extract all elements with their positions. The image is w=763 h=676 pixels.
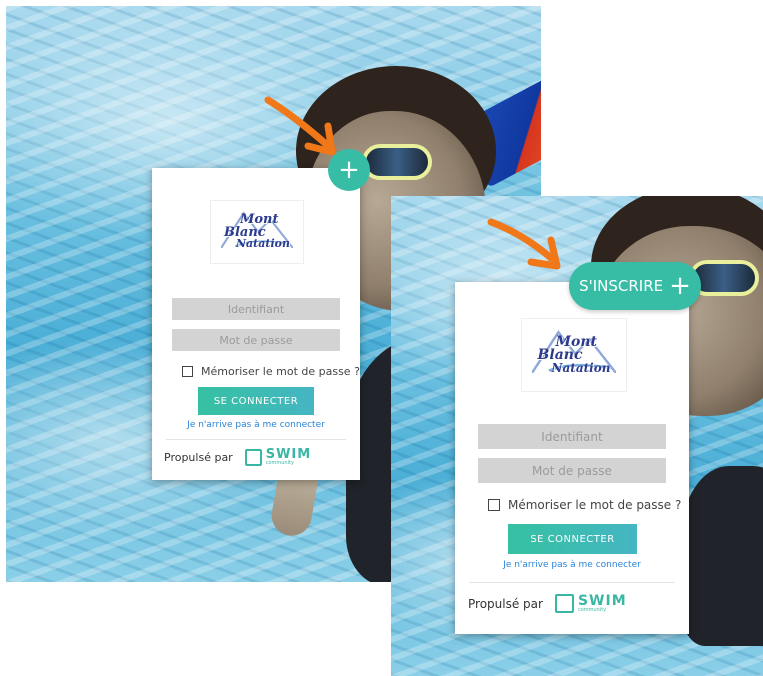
login-card: Mont Blanc Natation Identifiant Mot de p… (455, 282, 689, 634)
username-input[interactable]: Identifiant (478, 424, 666, 449)
remember-label: Mémoriser le mot de passe ? (201, 365, 360, 378)
swim-sub: community (577, 607, 607, 613)
signup-plus-button[interactable]: + (328, 149, 370, 191)
arrow-icon (264, 96, 336, 156)
powered-by: Propulsé par SWIM community (164, 448, 311, 466)
password-input[interactable]: Mot de passe (478, 458, 666, 483)
powered-by: Propulsé par SWIM community (468, 594, 627, 613)
swim-sub: community (265, 460, 294, 466)
plus-icon: + (669, 271, 691, 301)
swim-box-icon (554, 594, 574, 613)
powered-label: Propulsé par (468, 596, 543, 611)
screenshot-after: Mont Blanc Natation Identifiant Mot de p… (391, 196, 763, 676)
logo-line-3: Natation (236, 237, 290, 251)
swim-community-logo-icon[interactable]: SWIM community (244, 448, 311, 466)
connect-button[interactable]: SE CONNECTER (198, 387, 314, 415)
password-input[interactable]: Mot de passe (172, 329, 340, 351)
divider (166, 439, 346, 440)
connect-button[interactable]: SE CONNECTER (508, 524, 637, 554)
club-logo: Mont Blanc Natation (521, 318, 627, 392)
swimsuit (681, 466, 763, 646)
signup-button[interactable]: S'INSCRIRE + (569, 262, 701, 310)
remember-row[interactable]: Mémoriser le mot de passe ? (182, 365, 360, 378)
swim-community-logo-icon[interactable]: SWIM community (554, 593, 627, 613)
checkbox-icon[interactable] (488, 499, 500, 511)
remember-label: Mémoriser le mot de passe ? (508, 498, 682, 512)
swim-word: SWIM (577, 593, 627, 609)
remember-row[interactable]: Mémoriser le mot de passe ? (488, 498, 681, 512)
forgot-link[interactable]: Je n'arrive pas à me connecter (455, 560, 689, 570)
divider (469, 582, 675, 583)
logo-line-3: Natation (551, 360, 611, 375)
login-card: Mont Blanc Natation Identifiant Mot de p… (152, 168, 360, 480)
checkbox-icon[interactable] (182, 366, 193, 377)
forgot-link[interactable]: Je n'arrive pas à me connecter (152, 420, 360, 430)
arrow-icon (487, 218, 561, 270)
powered-label: Propulsé par (164, 450, 233, 464)
username-input[interactable]: Identifiant (172, 298, 340, 320)
plus-icon: + (338, 155, 360, 185)
swim-box-icon (244, 448, 262, 466)
club-logo: Mont Blanc Natation (210, 200, 304, 264)
signup-label: S'INSCRIRE (579, 277, 664, 295)
goggles (362, 144, 432, 180)
